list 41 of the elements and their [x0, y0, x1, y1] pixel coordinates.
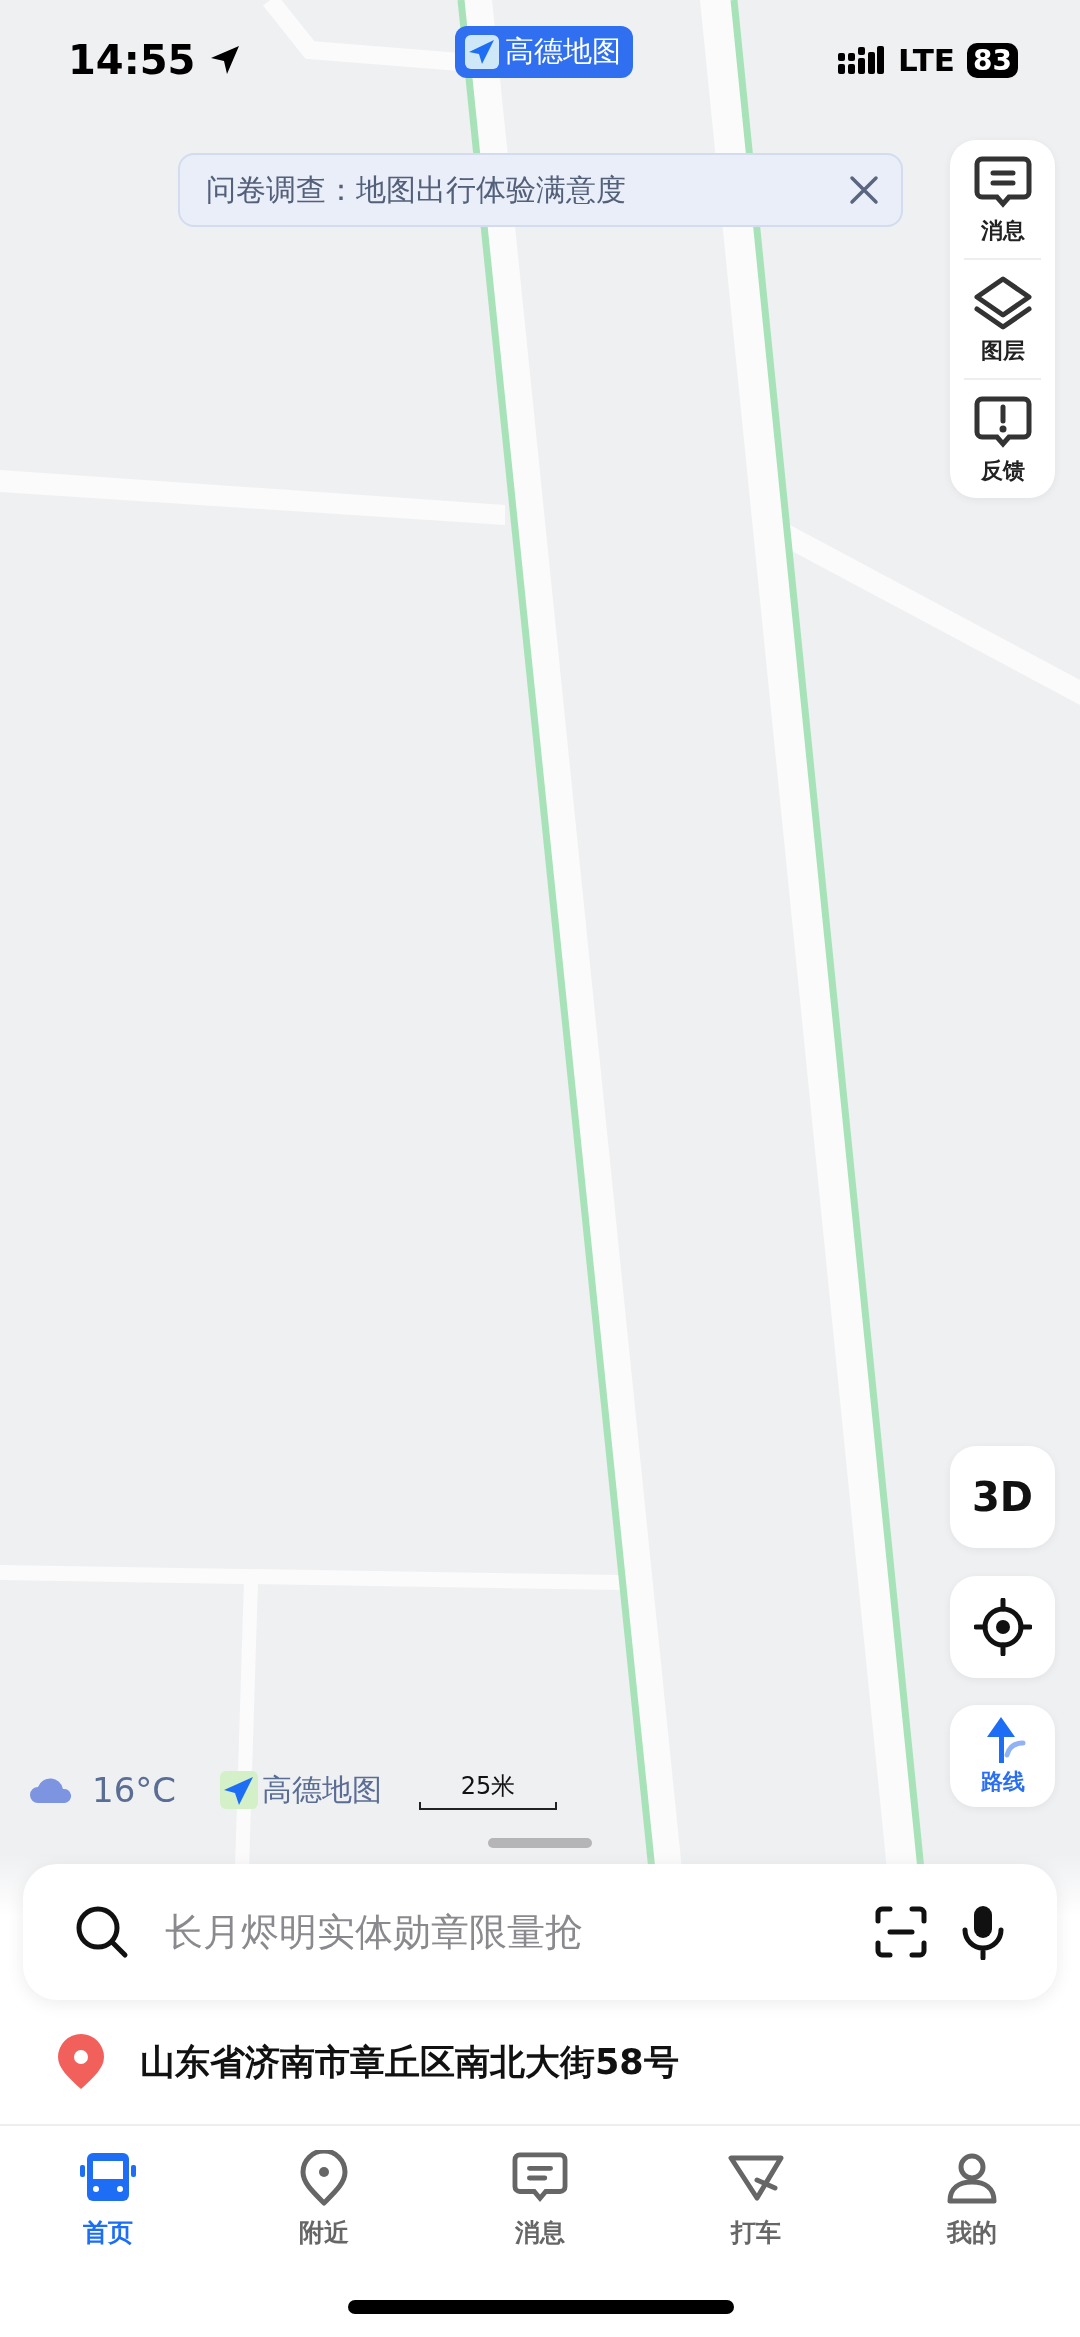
close-icon[interactable]	[849, 175, 879, 205]
scale-label: 25米	[460, 1771, 516, 1802]
map-tool-button[interactable]: 反馈	[964, 380, 1041, 498]
locate-button[interactable]	[950, 1576, 1055, 1678]
scan-icon[interactable]	[875, 1906, 927, 1958]
signal-icon	[838, 44, 885, 76]
taxi-flag-icon	[727, 2154, 785, 2202]
survey-text: 问卷调查：地图出行体验满意度	[206, 170, 627, 209]
layers-icon	[972, 276, 1033, 330]
tab[interactable]: 消息	[432, 2148, 648, 2249]
tab[interactable]: 我的	[864, 2148, 1080, 2249]
app-badge[interactable]: 高德地图	[455, 26, 633, 78]
message-icon	[973, 156, 1032, 210]
paper-plane-icon	[465, 35, 499, 69]
tab[interactable]: 首页	[0, 2148, 216, 2249]
tab[interactable]: 打车	[648, 2148, 864, 2249]
crosshair-icon	[973, 1598, 1032, 1656]
pin-icon	[299, 2150, 349, 2206]
location-pin-icon	[56, 2034, 106, 2090]
search-icon	[75, 1905, 129, 1959]
current-address: 山东省济南市章丘区南北大街58号	[140, 2040, 679, 2084]
cloud-icon	[28, 1775, 74, 1805]
sheet-handle[interactable]	[488, 1838, 592, 1848]
paper-plane-icon	[220, 1771, 258, 1809]
battery-level: 83	[967, 42, 1018, 78]
tab[interactable]: 附近	[216, 2148, 432, 2249]
network-label: LTE	[898, 42, 956, 78]
search-field[interactable]: 长月烬明实体勋章限量抢	[163, 1909, 841, 1955]
survey-banner[interactable]: 问卷调查：地图出行体验满意度	[178, 153, 903, 227]
status-time: 14:55	[68, 37, 196, 83]
feedback-icon	[973, 396, 1032, 450]
map-logo: 高德地图	[262, 1770, 382, 1809]
microphone-icon[interactable]	[961, 1904, 1005, 1960]
temperature: 16°C	[92, 1770, 176, 1810]
map-tool-button[interactable]: 消息	[964, 140, 1041, 260]
person-icon	[946, 2152, 998, 2204]
route-button[interactable]: 路线	[950, 1705, 1055, 1807]
location-arrow-icon	[209, 44, 242, 76]
map-tool-button[interactable]: 图层	[964, 260, 1041, 380]
3d-view-button[interactable]: 3D	[950, 1446, 1055, 1548]
message-icon	[512, 2152, 568, 2204]
